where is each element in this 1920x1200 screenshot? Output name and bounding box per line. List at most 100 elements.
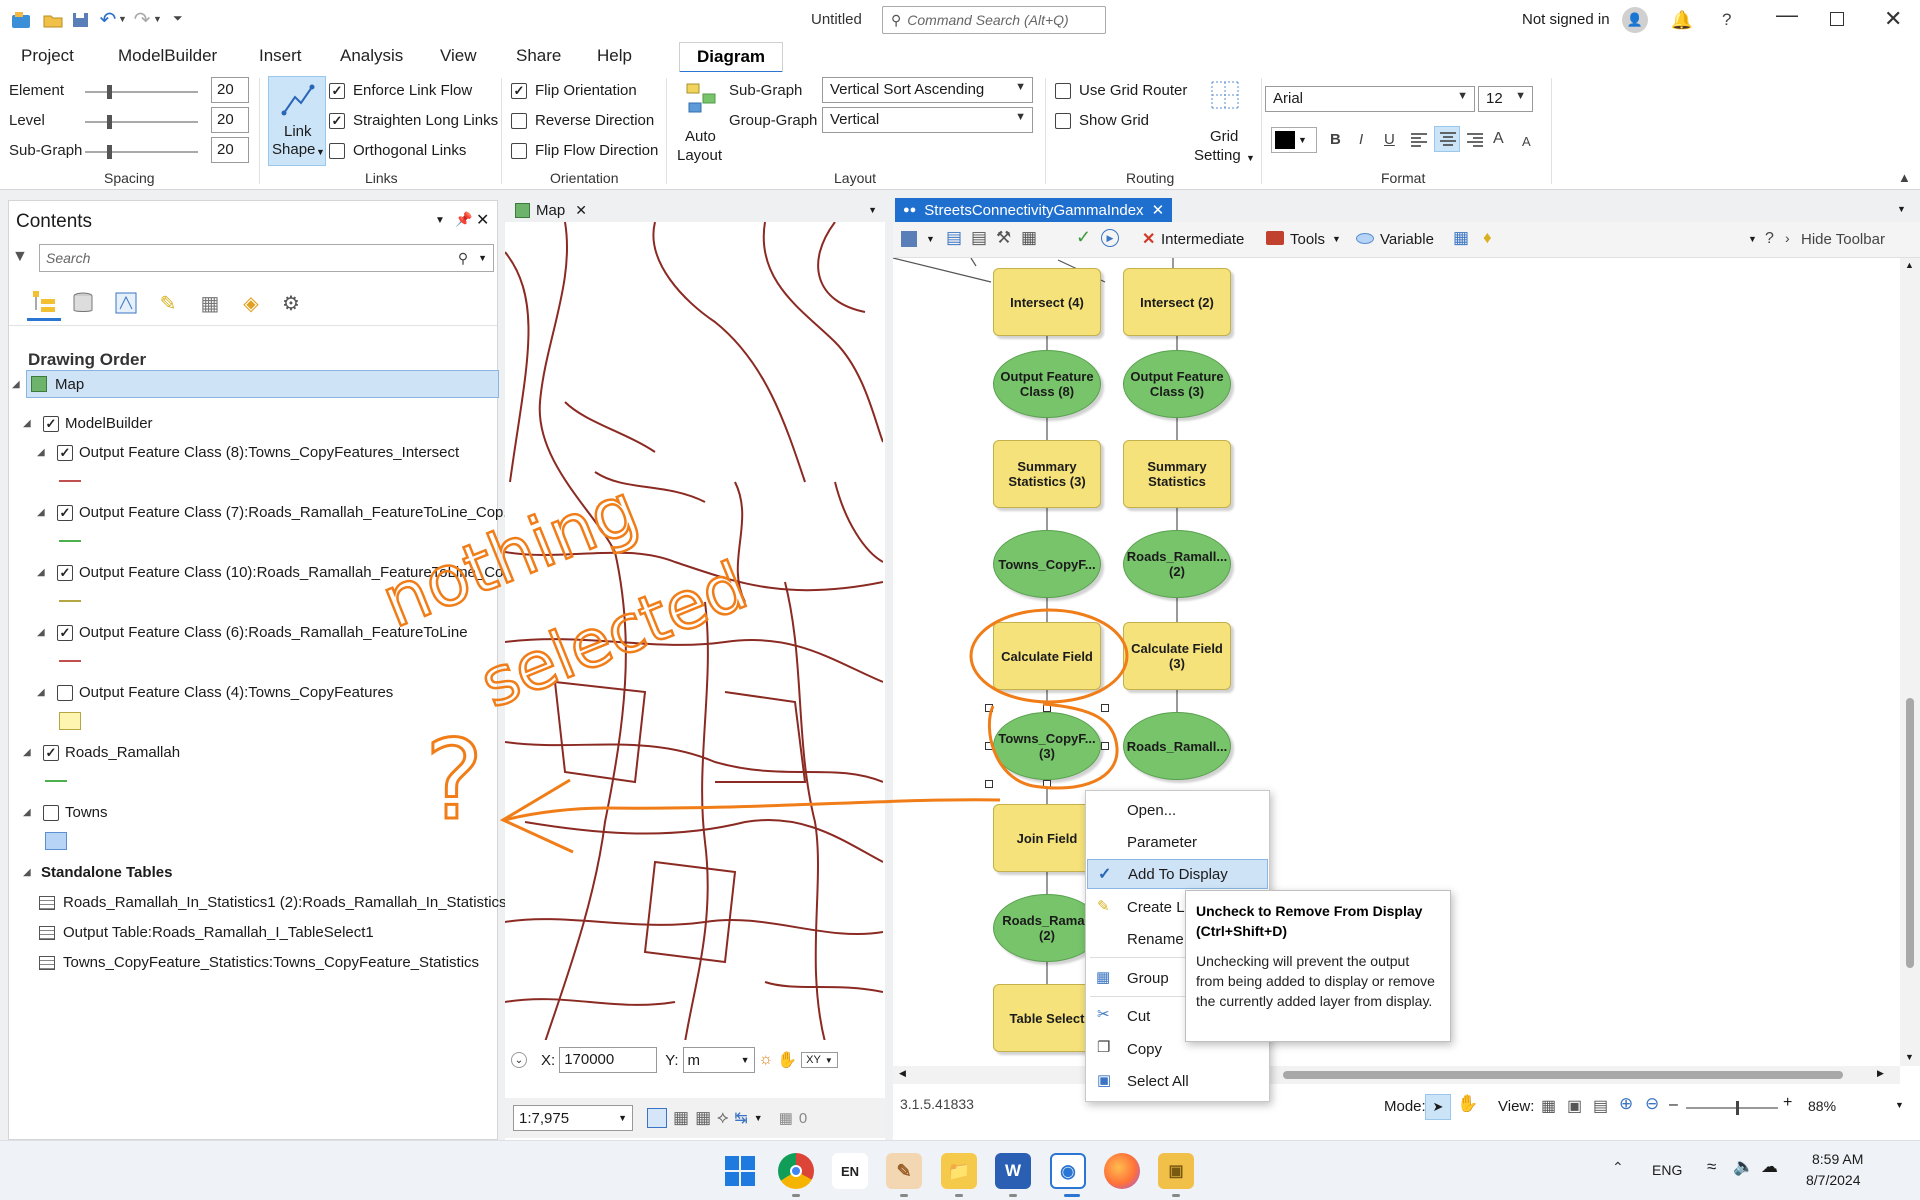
collapse-icon[interactable]: ◢ [37, 687, 51, 698]
flip-icon[interactable]: ↹ [734, 1108, 747, 1128]
subgraph-select[interactable]: Vertical Sort Ascending ▼ [822, 77, 1033, 103]
level-slider[interactable] [85, 115, 198, 129]
perspective-imagery-icon[interactable]: ⚙ [277, 289, 305, 317]
variable-button[interactable]: Variable [1380, 231, 1434, 248]
element-spacing-input[interactable]: 20 [211, 77, 249, 103]
collapse-icon[interactable]: ◢ [23, 867, 37, 878]
menu-item-add-to-display[interactable]: ✓ Add To Display [1087, 859, 1268, 889]
scroll-right-icon[interactable]: ▶ [1877, 1068, 1884, 1079]
chevron-down-icon[interactable]: ▼ [1332, 234, 1341, 244]
shrink-font-button[interactable]: A [1522, 134, 1531, 149]
notification-icon[interactable]: 🔔 [1670, 8, 1694, 32]
grid-icon[interactable]: ▦ [673, 1108, 689, 1128]
windows-start-icon[interactable] [724, 1155, 756, 1187]
sun-icon[interactable]: ☼ [759, 1051, 774, 1069]
layer-visibility-checkbox[interactable] [43, 744, 59, 761]
grid-setting-button[interactable]: Grid Setting ▼ [1194, 78, 1255, 166]
toc-layer-roads-ramallah[interactable]: ◢ Roads_Ramallah [23, 744, 180, 761]
close-tab-icon[interactable]: ✕ [575, 202, 587, 219]
properties-icon[interactable]: ⚒ [996, 228, 1011, 248]
tab-diagram[interactable]: Diagram [679, 42, 784, 74]
chevron-down-icon[interactable]: ▼ [754, 1113, 763, 1123]
scroll-down-icon[interactable]: ▼ [1905, 1052, 1914, 1062]
groupgraph-select[interactable]: Vertical ▼ [822, 107, 1033, 133]
italic-button[interactable]: I [1359, 131, 1363, 148]
pan-icon[interactable]: ✋ [777, 1050, 797, 1070]
straighten-long-links-box[interactable] [329, 112, 345, 129]
collapse-icon[interactable]: ◢ [23, 418, 37, 429]
selection-icon[interactable] [112, 289, 140, 317]
layer-visibility-checkbox[interactable] [43, 415, 59, 432]
pan-mode-icon[interactable]: ✋ [1457, 1094, 1478, 1114]
toc-standalone-tables[interactable]: ◢ Standalone Tables [23, 864, 172, 881]
overflow-chevron-icon[interactable]: ▼ [1748, 234, 1757, 244]
flip-orientation-box[interactable] [511, 82, 527, 99]
file-explorer-icon[interactable]: 📁 [941, 1153, 977, 1189]
collapse-icon[interactable]: ◢ [12, 379, 26, 390]
enforce-link-flow-box[interactable] [329, 82, 345, 99]
toc-table-2[interactable]: Output Table:Roads_Ramallah_I_TableSelec… [39, 924, 374, 941]
tab-analysis[interactable]: Analysis [340, 46, 403, 66]
menu-item-open[interactable]: Open... [1087, 795, 1268, 825]
collapse-icon[interactable]: ◢ [37, 507, 51, 518]
signin-status[interactable]: Not signed in [1522, 11, 1610, 28]
redo-dropdown-icon[interactable]: ▼ [153, 14, 162, 24]
link-shape-button[interactable]: Link Shape ▼ [268, 76, 326, 166]
collapse-ribbon-icon[interactable]: ▲ [1898, 170, 1911, 185]
save-model-icon[interactable] [901, 231, 917, 247]
tab-share[interactable]: Share [516, 46, 561, 66]
wifi-icon[interactable]: ≈ [1707, 1157, 1716, 1177]
close-tab-icon[interactable]: ✕ [1152, 201, 1165, 219]
save-icon[interactable] [70, 10, 92, 30]
firefox-icon[interactable] [1104, 1153, 1140, 1189]
paint-icon[interactable]: ✎ [886, 1153, 922, 1189]
align-left-icon[interactable] [1410, 132, 1428, 148]
word-icon[interactable]: W [995, 1153, 1031, 1189]
restore-button[interactable] [1830, 12, 1844, 26]
toc-item-map[interactable]: ◢ Map [9, 370, 499, 398]
tab-help[interactable]: Help [597, 46, 632, 66]
rotation-icon[interactable]: ⟡ [717, 1108, 728, 1128]
reverse-direction-checkbox[interactable]: Reverse Direction [511, 112, 654, 129]
select-view-icon[interactable]: ▤ [1593, 1096, 1608, 1116]
undo-icon[interactable]: ↶ [97, 8, 119, 31]
volume-icon[interactable]: 🔈 [1733, 1157, 1754, 1177]
cloud-sync-icon[interactable]: ☁ [1761, 1157, 1778, 1177]
scrollbar-thumb[interactable] [1906, 698, 1914, 968]
toc-map-selected[interactable]: Map [26, 370, 499, 398]
show-grid-checkbox[interactable]: Show Grid [1055, 112, 1149, 129]
chevron-down-icon[interactable]: ▼ [1895, 1100, 1904, 1110]
open-icon[interactable] [42, 10, 64, 30]
subgraph-slider[interactable] [85, 145, 198, 159]
intermediate-x-icon[interactable]: ✕ [1142, 229, 1155, 249]
level-slider-knob[interactable] [107, 115, 112, 129]
subgraph-spacing-input[interactable]: 20 [211, 137, 249, 163]
subgraph-slider-knob[interactable] [107, 145, 112, 159]
language-app-icon[interactable]: EN [832, 1153, 868, 1189]
undo-dropdown-icon[interactable]: ▼ [118, 14, 127, 24]
tab-insert[interactable]: Insert [259, 46, 302, 66]
hide-toolbar-button[interactable]: Hide Toolbar [1801, 231, 1885, 248]
vertical-scrollbar[interactable]: ▲ ▼ [1900, 258, 1920, 1066]
grow-font-button[interactable]: A [1493, 130, 1504, 148]
close-pane-icon[interactable]: ✕ [476, 210, 489, 230]
selected-features-icon[interactable]: ▦ [779, 1109, 793, 1127]
scroll-left-icon[interactable]: ◀ [899, 1068, 906, 1079]
collapse-icon[interactable]: ◢ [23, 747, 37, 758]
list-by-drawing-order-button[interactable] [27, 285, 61, 321]
element-slider-knob[interactable] [107, 85, 112, 99]
flip-flow-direction-box[interactable] [511, 142, 527, 159]
collapse-coordinates-icon[interactable]: ⌄ [511, 1052, 527, 1068]
toc-layer-ofc4[interactable]: ◢ Output Feature Class (4):Towns_CopyFeat… [37, 684, 393, 701]
scroll-up-icon[interactable]: ▲ [1905, 260, 1914, 270]
level-spacing-input[interactable]: 20 [211, 107, 249, 133]
tab-view[interactable]: View [440, 46, 477, 66]
zoom-slider[interactable] [1686, 1101, 1778, 1115]
group-icon[interactable]: ▦ [1453, 228, 1469, 248]
zoom-slider-knob[interactable] [1736, 1101, 1739, 1115]
chevron-right-icon[interactable]: › [1785, 230, 1790, 246]
orthogonal-links-box[interactable] [329, 142, 345, 159]
show-hidden-icons[interactable]: ⌃ [1612, 1159, 1624, 1176]
export-icon[interactable]: ▤ [946, 228, 962, 248]
editing-icon[interactable]: ✎ [154, 289, 182, 317]
